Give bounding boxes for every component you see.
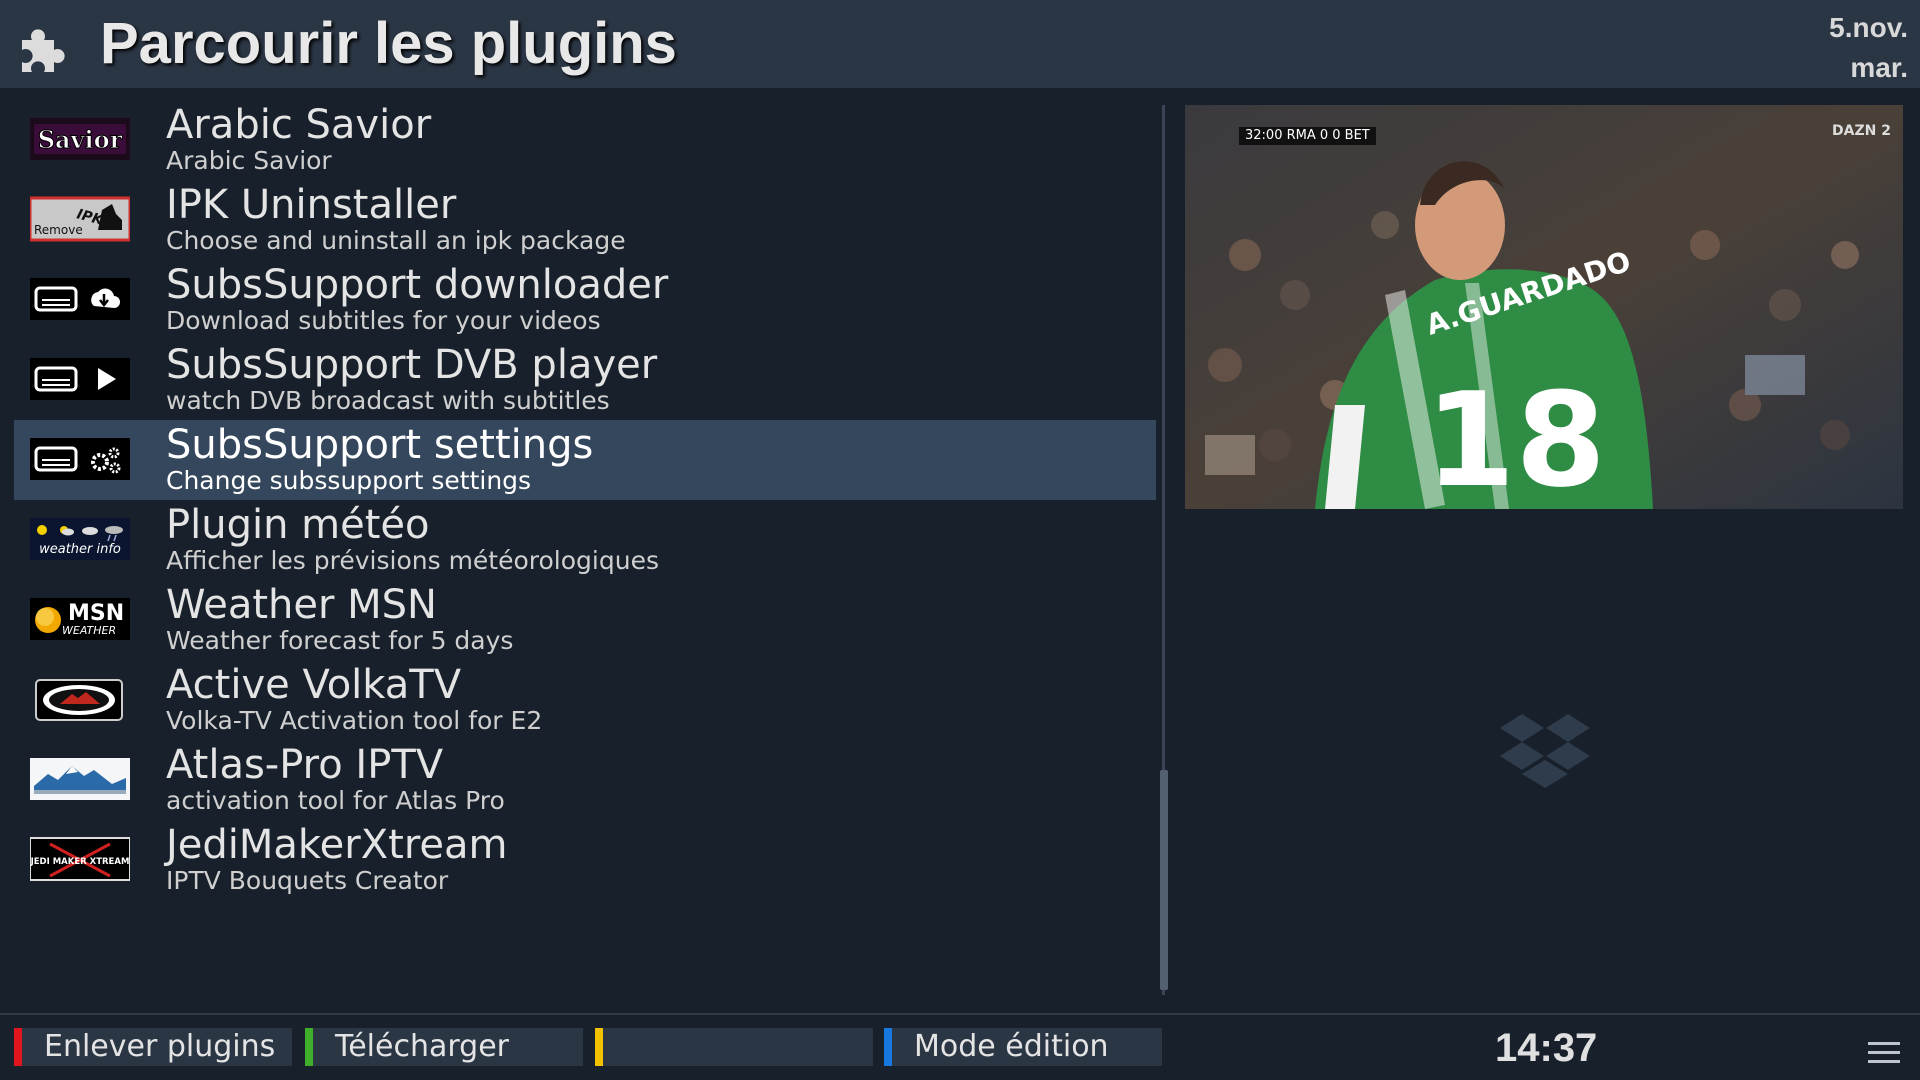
atlas-pro-logo-icon xyxy=(30,758,130,800)
plugin-item-subssupport-dvb-player[interactable]: SubsSupport DVB player watch DVB broadca… xyxy=(14,340,1156,420)
plugin-item-subssupport-downloader[interactable]: SubsSupport downloader Download subtitle… xyxy=(14,260,1156,340)
plugin-title: Active VolkaTV xyxy=(166,662,462,708)
svg-text:Savior: Savior xyxy=(38,125,123,154)
footer-divider xyxy=(0,1013,1920,1015)
plugin-subtitle: activation tool for Atlas Pro xyxy=(166,786,505,815)
channel-logo: DAZN 2 xyxy=(1832,123,1891,139)
plugin-item-jedimakerxtream[interactable]: JEDI MAKER XTREAM JediMakerXtream IPTV B… xyxy=(14,820,1156,900)
savior-logo-icon: Savior xyxy=(30,118,130,160)
msn-weather-icon: MSN WEATHER xyxy=(30,598,130,640)
score-bug: 32:00 RMA 0 0 BET xyxy=(1239,127,1376,145)
header-bar: Parcourir les plugins 5.nov. mar. xyxy=(0,0,1920,88)
red-button-remove-plugins[interactable]: Enlever plugins xyxy=(14,1028,292,1066)
green-key-indicator xyxy=(305,1028,313,1066)
jersey-number: 18 xyxy=(1425,364,1606,509)
plugin-item-atlas-pro-iptv[interactable]: Atlas-Pro IPTV activation tool for Atlas… xyxy=(14,740,1156,820)
subtitle-settings-icon xyxy=(30,438,130,480)
plugin-title: SubsSupport downloader xyxy=(166,262,669,308)
svg-text:MSN: MSN xyxy=(68,601,124,626)
ipk-remove-icon: IPK Remove xyxy=(30,196,130,242)
plugin-subtitle: watch DVB broadcast with subtitles xyxy=(166,386,610,415)
tv-preview-image: A.GUARDADO 18 xyxy=(1185,105,1903,509)
volkatv-logo-icon xyxy=(35,679,123,721)
button-label: Enlever plugins xyxy=(44,1029,276,1064)
plugin-item-active-volkatv[interactable]: Active VolkaTV Volka-TV Activation tool … xyxy=(14,660,1156,740)
subtitle-download-icon xyxy=(30,278,130,320)
plugin-subtitle: Arabic Savior xyxy=(166,146,332,175)
green-button-download[interactable]: Télécharger xyxy=(305,1028,583,1066)
plugin-subtitle: Choose and uninstall an ipk package xyxy=(166,226,626,255)
plugin-title: SubsSupport DVB player xyxy=(166,342,658,388)
clock: 14:37 xyxy=(1495,1026,1598,1070)
button-label: Télécharger xyxy=(335,1029,510,1064)
svg-text:JEDI MAKER XTREAM: JEDI MAKER XTREAM xyxy=(30,857,129,867)
plugin-title: Atlas-Pro IPTV xyxy=(166,742,444,788)
plugin-subtitle: IPTV Bouquets Creator xyxy=(166,866,449,895)
plugin-item-plugin-meteo[interactable]: weather info Plugin météo Afficher les p… xyxy=(14,500,1156,580)
plugin-subtitle: Weather forecast for 5 days xyxy=(166,626,514,655)
plugin-item-arabic-savior[interactable]: Savior Arabic Savior Arabic Savior xyxy=(14,100,1156,180)
jedimaker-logo-icon: JEDI MAKER XTREAM xyxy=(30,837,130,881)
plugin-subtitle: Change subssupport settings xyxy=(166,466,532,495)
plugin-title: Weather MSN xyxy=(166,582,437,628)
weather-info-icon: weather info xyxy=(30,518,130,560)
tv-preview: A.GUARDADO 18 32:00 RMA 0 0 BET DAZN 2 xyxy=(1185,105,1903,509)
plugin-list: Savior Arabic Savior Arabic Savior IPK R… xyxy=(14,100,1156,900)
plugin-item-weather-msn[interactable]: MSN WEATHER Weather MSN Weather forecast… xyxy=(14,580,1156,660)
plugin-title: IPK Uninstaller xyxy=(166,182,457,228)
scrollbar-thumb[interactable] xyxy=(1160,770,1168,990)
plugin-subtitle: Volka-TV Activation tool for E2 xyxy=(166,706,543,735)
menu-icon[interactable] xyxy=(1868,1042,1900,1066)
plugin-title: JediMakerXtream xyxy=(166,822,508,868)
dropbox-icon xyxy=(1500,714,1590,788)
subtitle-play-icon xyxy=(30,358,130,400)
plugin-subtitle: Afficher les prévisions météorologiques xyxy=(166,546,659,575)
plugin-item-ipk-uninstaller[interactable]: IPK Remove IPK Uninstaller Choose and un… xyxy=(14,180,1156,260)
blue-key-indicator xyxy=(884,1028,892,1066)
svg-text:weather info: weather info xyxy=(39,542,121,557)
page-title: Parcourir les plugins xyxy=(100,11,677,76)
red-key-indicator xyxy=(14,1028,22,1066)
button-label: Mode édition xyxy=(914,1029,1109,1064)
blue-button-edit-mode[interactable]: Mode édition xyxy=(884,1028,1162,1066)
svg-text:WEATHER: WEATHER xyxy=(62,624,116,637)
puzzle-icon xyxy=(22,29,65,72)
yellow-button[interactable] xyxy=(595,1028,873,1066)
plugin-item-subssupport-settings[interactable]: SubsSupport settings Change subssupport … xyxy=(14,420,1156,500)
yellow-key-indicator xyxy=(595,1028,603,1066)
date-day: 5.nov. xyxy=(1829,12,1908,43)
plugin-title: SubsSupport settings xyxy=(166,422,594,468)
plugin-title: Arabic Savior xyxy=(166,102,432,148)
plugin-title: Plugin météo xyxy=(166,502,430,548)
date-weekday: mar. xyxy=(1850,52,1908,83)
svg-text:Remove: Remove xyxy=(34,223,83,237)
date-display: 5.nov. mar. xyxy=(1829,8,1908,88)
plugin-subtitle: Download subtitles for your videos xyxy=(166,306,601,335)
